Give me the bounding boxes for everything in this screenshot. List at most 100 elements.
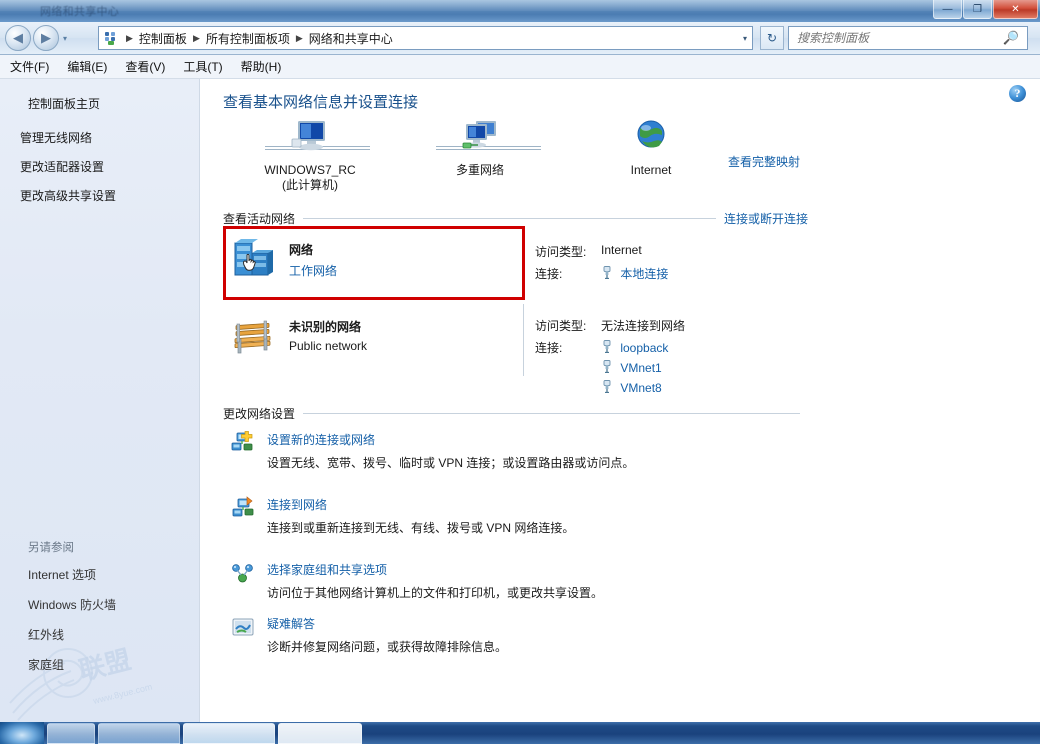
settings-option-desc: 连接到或重新连接到无线、有线、拨号或 VPN 网络连接。	[267, 521, 575, 535]
map-node-label: Internet	[630, 163, 672, 177]
settings-option-desc: 访问位于其他网络计算机上的文件和打印机，或更改共享设置。	[267, 586, 604, 600]
network-plug-icon	[603, 360, 611, 373]
settings-option[interactable]: 疑难解答 诊断并修复网络问题，或获得故障排除信息。	[231, 615, 811, 655]
active-networks-title: 查看活动网络	[223, 212, 296, 226]
homegroup-sharing-icon	[231, 561, 255, 585]
taskbar-button-active[interactable]	[278, 722, 362, 744]
settings-option-title[interactable]: 选择家庭组和共享选项	[267, 561, 603, 578]
network-type-link[interactable]: 工作网络	[289, 262, 337, 279]
search-input[interactable]	[789, 30, 1001, 46]
active-network-text: 未识别的网络 Public network	[289, 314, 367, 353]
settings-option[interactable]: 设置新的连接或网络 设置无线、宽带、拨号、临时或 VPN 连接；或设置路由器或访…	[231, 431, 811, 471]
close-button[interactable]: ✕	[993, 0, 1038, 19]
access-type-label: 访问类型:	[535, 245, 587, 259]
address-dropdown-icon[interactable]: ▾	[743, 34, 747, 43]
active-network-row[interactable]: 网络 工作网络	[231, 237, 337, 283]
settings-option-desc: 诊断并修复网络问题，或获得故障排除信息。	[267, 640, 508, 654]
taskbar-button[interactable]	[183, 722, 275, 744]
start-button[interactable]	[0, 722, 44, 744]
see-also-infrared[interactable]: 红外线	[28, 626, 199, 643]
network-plug-icon	[603, 340, 611, 353]
back-button[interactable]: ◀	[5, 25, 31, 51]
see-also-section: 另请参阅 Internet 选项 Windows 防火墙 红外线 家庭组	[28, 539, 199, 686]
menu-help[interactable]: 帮助(H)	[241, 58, 282, 75]
workgroup-server-icon	[231, 237, 277, 283]
taskbar-button[interactable]	[47, 722, 95, 744]
map-node-multiple-networks[interactable]: 多重网络	[415, 119, 545, 178]
menu-bar: 文件(F) 编辑(E) 查看(V) 工具(T) 帮助(H)	[0, 55, 1040, 79]
connections-label: 连接:	[535, 267, 563, 281]
search-box[interactable]: 🔍	[788, 26, 1028, 50]
active-network-details: 访问类型: Internet 连接: 本地连接	[535, 243, 668, 287]
restore-button[interactable]: ❐	[963, 0, 992, 19]
network-name: 网络	[289, 243, 314, 257]
connect-to-network-icon	[231, 496, 255, 520]
settings-option-text: 选择家庭组和共享选项 访问位于其他网络计算机上的文件和打印机，或更改共享设置。	[267, 561, 603, 601]
view-full-map-link[interactable]: 查看完整映射	[728, 153, 800, 170]
connection-list: loopback VMnet1 VMnet8	[601, 339, 668, 395]
settings-option-text: 设置新的连接或网络 设置无线、宽带、拨号、临时或 VPN 连接；或设置路由器或访…	[267, 431, 634, 471]
titlebar-glass	[0, 0, 1040, 11]
menu-file[interactable]: 文件(F)	[10, 58, 49, 75]
settings-option-title[interactable]: 连接到网络	[267, 496, 574, 513]
map-node-internet[interactable]: Internet	[586, 119, 716, 178]
settings-option-title[interactable]: 设置新的连接或网络	[267, 431, 634, 448]
see-also-title: 另请参阅	[28, 542, 74, 554]
connection-entry[interactable]: VMnet1	[601, 359, 668, 375]
window-titlebar: 网络和共享中心 — ❐ ✕	[0, 0, 1040, 22]
connection-name-link[interactable]: 本地连接	[620, 267, 668, 281]
sidebar-item-manage-wireless[interactable]: 管理无线网络	[20, 129, 116, 146]
settings-option-text: 连接到网络 连接到或重新连接到无线、有线、拨号或 VPN 网络连接。	[267, 496, 574, 536]
forward-button[interactable]: ▶	[33, 25, 59, 51]
settings-option-title[interactable]: 疑难解答	[267, 615, 507, 632]
breadcrumb-separator: ▶	[126, 32, 133, 43]
connection-entry[interactable]: loopback	[601, 339, 668, 355]
sidebar-item-change-adapter[interactable]: 更改适配器设置	[20, 158, 116, 175]
computer-icon	[291, 121, 325, 151]
refresh-button[interactable]: ↻	[760, 26, 784, 50]
map-node-label: 多重网络	[455, 163, 504, 177]
network-type: Public network	[289, 339, 368, 353]
settings-option[interactable]: 选择家庭组和共享选项 访问位于其他网络计算机上的文件和打印机，或更改共享设置。	[231, 561, 811, 601]
sidebar-item-control-panel-home[interactable]: 控制面板主页	[28, 95, 100, 112]
navigation-sidebar: 控制面板主页 管理无线网络 更改适配器设置 更改高级共享设置 联盟 www.8y…	[0, 79, 200, 722]
history-dropdown-icon[interactable]: ▾	[63, 34, 67, 43]
minimize-button[interactable]: —	[933, 0, 962, 19]
menu-edit[interactable]: 编辑(E)	[67, 58, 107, 75]
connection-name-link[interactable]: VMnet1	[620, 361, 661, 375]
troubleshoot-icon	[231, 615, 255, 639]
see-also-windows-firewall[interactable]: Windows 防火墙	[28, 596, 199, 613]
settings-option-text: 疑难解答 诊断并修复网络问题，或获得故障排除信息。	[267, 615, 507, 655]
help-icon[interactable]: ?	[1009, 85, 1026, 102]
see-also-homegroup[interactable]: 家庭组	[28, 656, 199, 673]
breadcrumb-bar[interactable]: ▶ 控制面板 ▶ 所有控制面板项 ▶ 网络和共享中心 ▾	[98, 26, 753, 50]
connection-entry[interactable]: 本地连接	[601, 265, 668, 282]
main-pane: ? 查看基本网络信息并设置连接 WINDOWS7_RC (此计算机) 多重网络 …	[201, 79, 1040, 722]
breadcrumb-item-control-panel[interactable]: 控制面板	[137, 30, 189, 47]
sidebar-item-advanced-sharing[interactable]: 更改高级共享设置	[20, 187, 116, 204]
connect-disconnect-link[interactable]: 连接或断开连接	[724, 210, 808, 227]
settings-option[interactable]: 连接到网络 连接到或重新连接到无线、有线、拨号或 VPN 网络连接。	[231, 496, 811, 536]
taskbar-button[interactable]	[98, 722, 180, 744]
map-node-this-computer[interactable]: WINDOWS7_RC (此计算机)	[245, 119, 375, 193]
breadcrumb-separator: ▶	[192, 32, 200, 43]
window-controls: — ❐ ✕	[933, 0, 1038, 19]
connection-name-link[interactable]: VMnet8	[620, 381, 661, 395]
window-title: 网络和共享中心	[40, 6, 120, 18]
menu-tools[interactable]: 工具(T)	[183, 58, 222, 75]
menu-view[interactable]: 查看(V)	[125, 58, 165, 75]
access-type-row: 访问类型: 无法连接到网络	[535, 317, 685, 334]
window-content: 控制面板主页 管理无线网络 更改适配器设置 更改高级共享设置 联盟 www.8y…	[0, 79, 1040, 722]
address-bar: ◀ ▶ ▾ ▶ 控制面板 ▶ 所有控制面板项 ▶ 网络和共享中心 ▾ ↻ 🔍	[0, 22, 1040, 55]
search-icon[interactable]: 🔍	[1001, 30, 1021, 46]
active-network-row[interactable]: 未识别的网络 Public network	[231, 314, 367, 360]
connection-entry[interactable]: VMnet8	[601, 379, 668, 395]
breadcrumb-item-all-items[interactable]: 所有控制面板项	[204, 30, 292, 47]
network-plug-icon	[603, 266, 611, 279]
breadcrumb-item-network-sharing[interactable]: 网络和共享中心	[307, 30, 395, 47]
connection-name-link[interactable]: loopback	[620, 341, 668, 355]
breadcrumb-separator: ▶	[295, 32, 303, 43]
see-also-internet-options[interactable]: Internet 选项	[28, 566, 199, 583]
change-settings-title: 更改网络设置	[223, 407, 296, 421]
section-divider	[303, 413, 800, 414]
